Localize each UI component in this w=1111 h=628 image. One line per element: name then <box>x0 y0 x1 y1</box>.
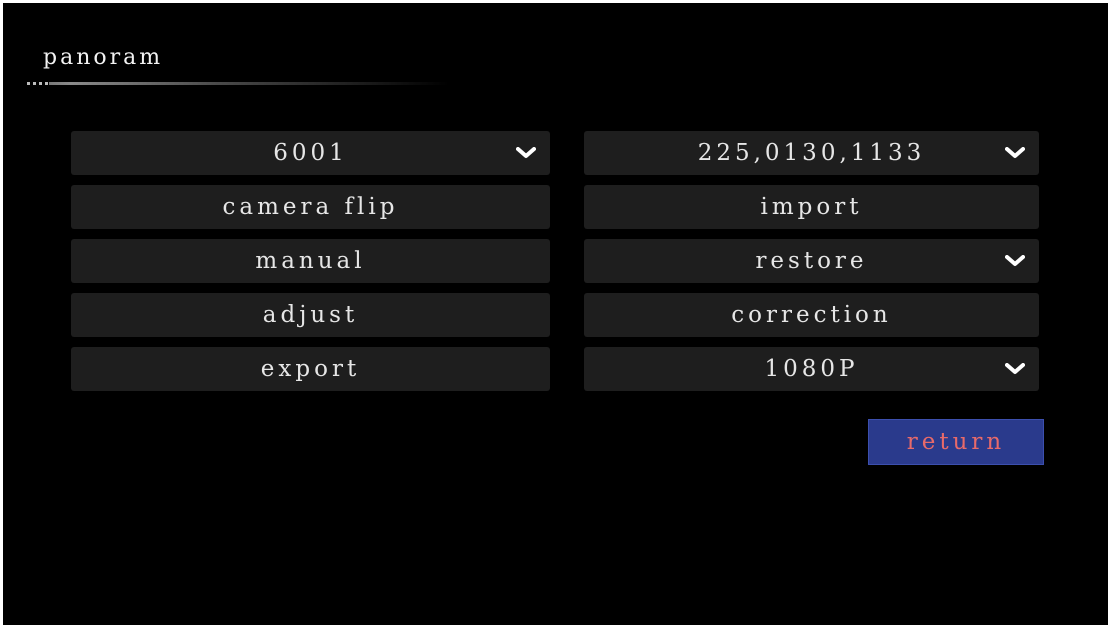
title-underline-dots <box>27 82 49 85</box>
chevron-down-icon <box>1005 255 1025 266</box>
adjust-button[interactable]: adjust <box>71 293 550 337</box>
export-button[interactable]: export <box>71 347 550 391</box>
parameter-select[interactable]: 225,0130,1133 <box>584 131 1039 175</box>
manual-button[interactable]: manual <box>71 239 550 283</box>
manual-label: manual <box>255 248 366 274</box>
parameter-select-value: 225,0130,1133 <box>697 140 926 166</box>
camera-flip-label: camera flip <box>222 194 399 220</box>
camera-flip-button[interactable]: camera flip <box>71 185 550 229</box>
restore-select-value: restore <box>755 248 868 274</box>
import-button[interactable]: import <box>584 185 1039 229</box>
chevron-down-icon <box>1005 147 1025 158</box>
title-underline <box>29 82 449 85</box>
import-label: import <box>760 194 863 220</box>
correction-button[interactable]: correction <box>584 293 1039 337</box>
chevron-down-icon <box>1005 363 1025 374</box>
resolution-select-value: 1080P <box>764 356 859 382</box>
resolution-select[interactable]: 1080P <box>584 347 1039 391</box>
correction-label: correction <box>731 302 892 328</box>
export-label: export <box>260 356 361 382</box>
channel-select-value: 6001 <box>273 140 348 166</box>
return-button[interactable]: return <box>868 419 1044 465</box>
channel-select[interactable]: 6001 <box>71 131 550 175</box>
page-title: panoram <box>43 45 164 70</box>
chevron-down-icon <box>516 147 536 158</box>
adjust-label: adjust <box>262 302 359 328</box>
panoram-screen: panoram 6001 camera flip manual adjust e… <box>3 3 1108 625</box>
restore-select[interactable]: restore <box>584 239 1039 283</box>
return-label: return <box>906 429 1006 455</box>
